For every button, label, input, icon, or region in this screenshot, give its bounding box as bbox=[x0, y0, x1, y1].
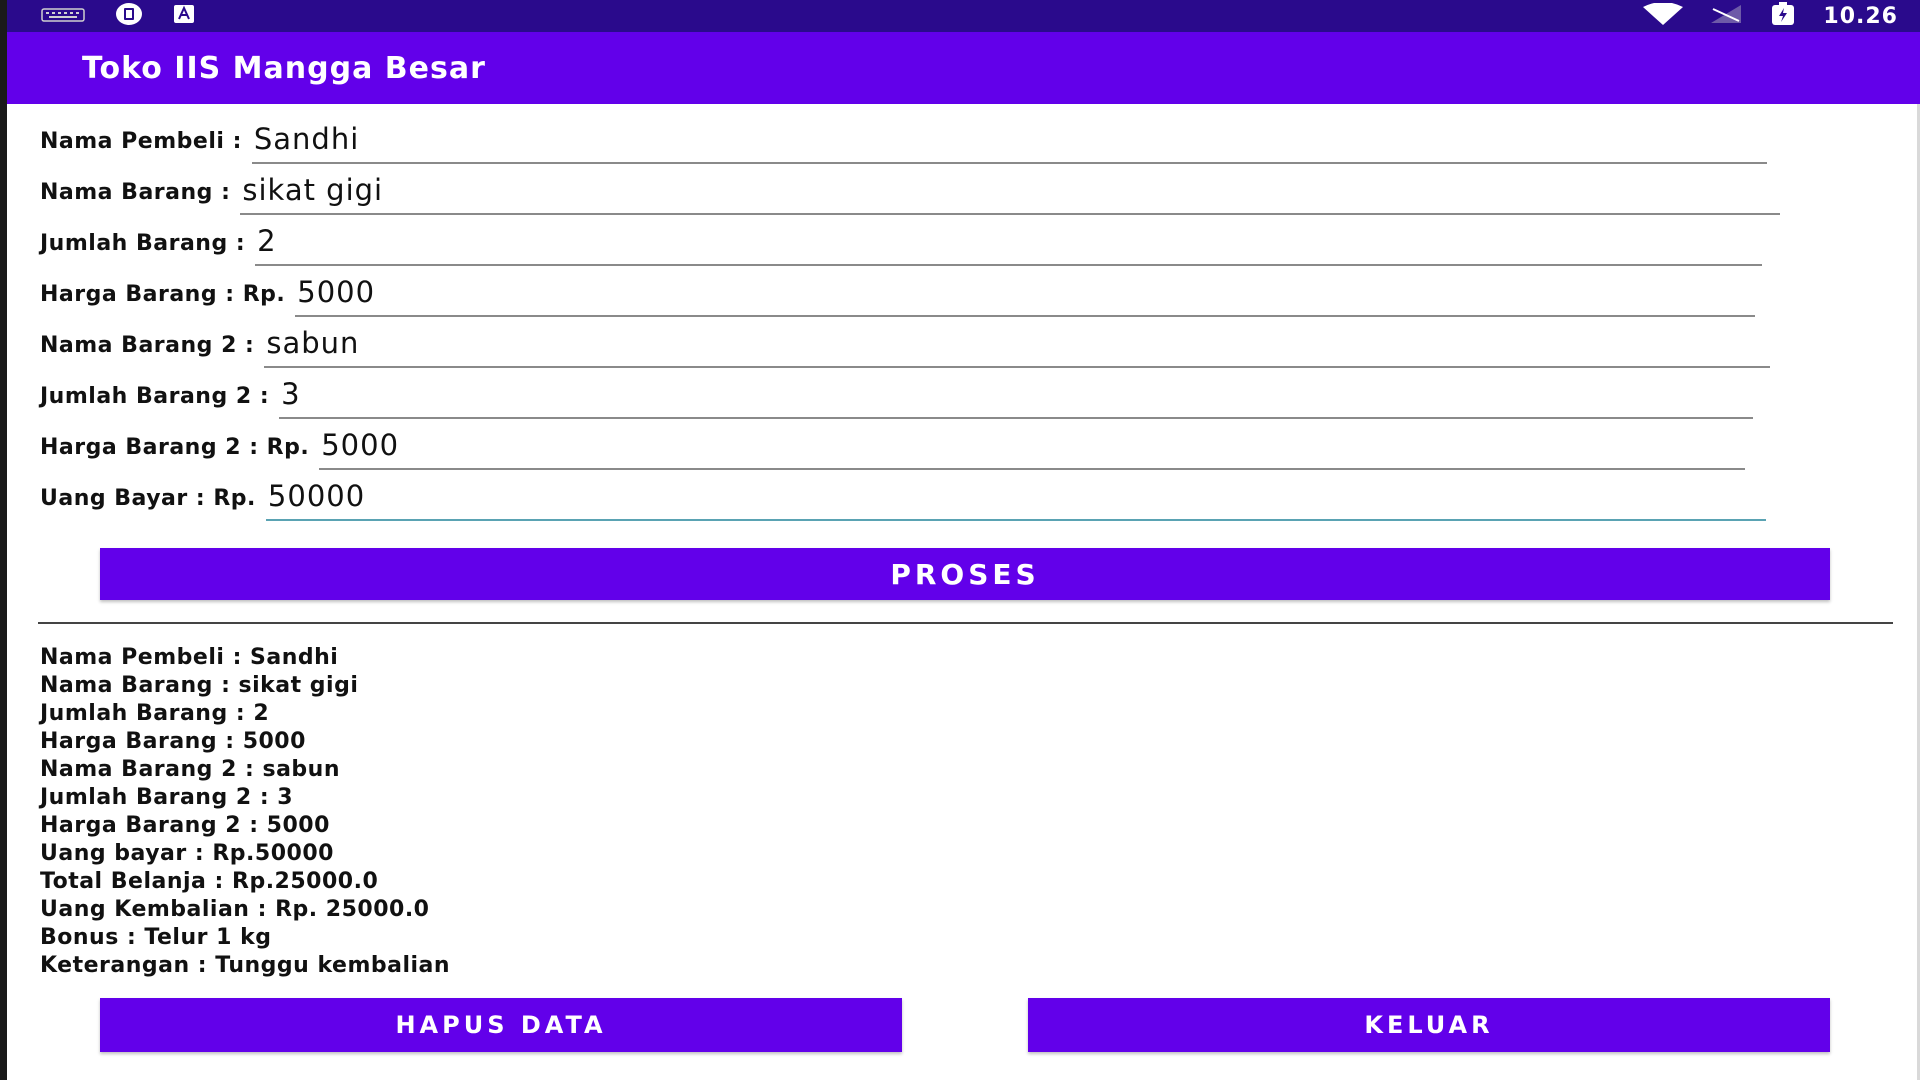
jumlah-barang-input[interactable] bbox=[255, 224, 1763, 266]
row-harga-barang-2: Harga Barang 2 : Rp. bbox=[40, 418, 1880, 470]
row-jumlah-barang: Jumlah Barang : bbox=[40, 214, 1880, 266]
label-nama-barang-2: Nama Barang 2 : bbox=[40, 333, 255, 358]
app-title: Toko IIS Mangga Besar bbox=[82, 50, 486, 86]
result-bonus: Bonus : Telur 1 kg bbox=[40, 925, 272, 950]
harga-barang-input[interactable] bbox=[295, 275, 1756, 317]
clock: 10.26 bbox=[1823, 3, 1898, 29]
result-nama-barang-2: Nama Barang 2 : sabun bbox=[40, 757, 341, 782]
row-uang-bayar: Uang Bayar : Rp. bbox=[40, 469, 1880, 521]
divider bbox=[38, 622, 1893, 624]
proses-button[interactable]: PROSES bbox=[100, 548, 1830, 600]
screen-frame-left bbox=[0, 0, 7, 1080]
text-icon bbox=[173, 4, 195, 28]
nama-pembeli-input[interactable] bbox=[251, 122, 1767, 164]
row-harga-barang: Harga Barang : Rp. bbox=[40, 265, 1880, 317]
row-jumlah-barang-2: Jumlah Barang 2 : bbox=[40, 367, 1880, 419]
label-nama-pembeli: Nama Pembeli : bbox=[40, 129, 242, 154]
label-uang-bayar: Uang Bayar : Rp. bbox=[40, 486, 256, 511]
row-nama-pembeli: Nama Pembeli : bbox=[40, 112, 1880, 164]
jumlah-barang-2-input[interactable] bbox=[279, 377, 1754, 419]
keyboard-icon bbox=[41, 7, 85, 26]
wifi-icon bbox=[1643, 2, 1684, 29]
result-total-belanja: Total Belanja : Rp.25000.0 bbox=[40, 869, 379, 894]
app-bar: Toko IIS Mangga Besar bbox=[7, 32, 1920, 104]
signal-icon bbox=[1709, 3, 1743, 29]
result-panel: Nama Pembeli : Sandhi Nama Barang : sika… bbox=[40, 644, 450, 980]
label-jumlah-barang: Jumlah Barang : bbox=[40, 231, 246, 256]
result-harga-barang-2: Harga Barang 2 : 5000 bbox=[40, 813, 330, 838]
hapus-data-button[interactable]: HAPUS DATA bbox=[100, 998, 902, 1052]
label-harga-barang-2: Harga Barang 2 : Rp. bbox=[40, 435, 310, 460]
label-harga-barang: Harga Barang : Rp. bbox=[40, 282, 286, 307]
result-keterangan: Keterangan : Tunggu kembalian bbox=[40, 953, 451, 978]
label-nama-barang: Nama Barang : bbox=[40, 180, 231, 205]
keluar-button[interactable]: KELUAR bbox=[1028, 998, 1830, 1052]
result-uang-kembalian: Uang Kembalian : Rp. 25000.0 bbox=[40, 897, 430, 922]
row-nama-barang: Nama Barang : bbox=[40, 163, 1880, 215]
harga-barang-2-input[interactable] bbox=[319, 428, 1746, 470]
result-jumlah-barang: Jumlah Barang : 2 bbox=[40, 701, 270, 726]
battery-icon bbox=[1769, 2, 1797, 30]
status-bar: 10.26 bbox=[7, 0, 1920, 32]
result-nama-pembeli: Nama Pembeli : Sandhi bbox=[40, 645, 339, 670]
notification-icon bbox=[115, 2, 143, 30]
row-nama-barang-2: Nama Barang 2 : bbox=[40, 316, 1880, 368]
nama-barang-2-input[interactable] bbox=[264, 326, 1771, 368]
result-nama-barang: Nama Barang : sikat gigi bbox=[40, 673, 359, 698]
result-uang-bayar: Uang bayar : Rp.50000 bbox=[40, 841, 334, 866]
result-jumlah-barang-2: Jumlah Barang 2 : 3 bbox=[40, 785, 294, 810]
uang-bayar-input[interactable] bbox=[265, 479, 1766, 521]
result-harga-barang: Harga Barang : 5000 bbox=[40, 729, 306, 754]
label-jumlah-barang-2: Jumlah Barang 2 : bbox=[40, 384, 270, 409]
nama-barang-input[interactable] bbox=[240, 173, 1781, 215]
